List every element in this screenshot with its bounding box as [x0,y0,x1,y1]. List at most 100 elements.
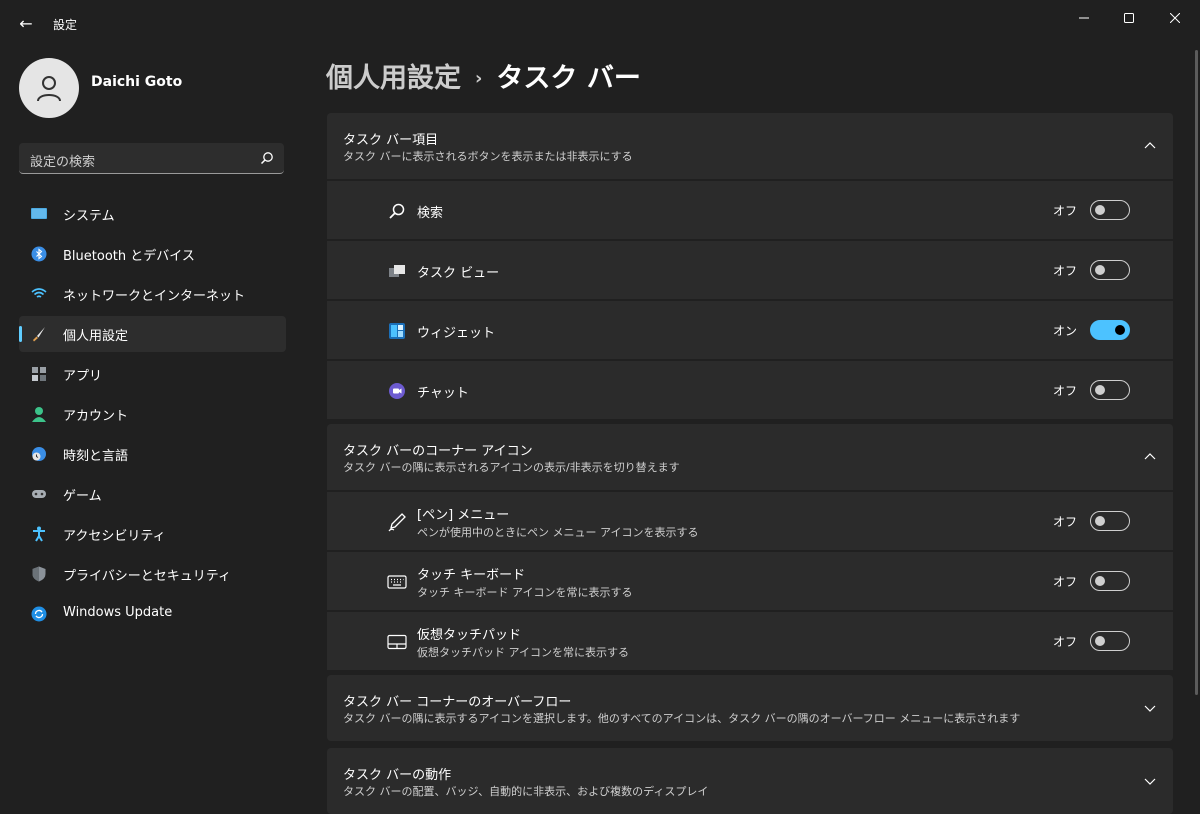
setting-description: タッチ キーボード アイコンを常に表示する [417,586,633,599]
setting-label: [ペン] メニュー [417,508,510,523]
avatar[interactable] [19,58,79,118]
search-toggle[interactable] [1090,200,1130,220]
section-header[interactable]: タスク バー コーナーのオーバーフロー タスク バーの隅に表示するアイコンを選択… [327,675,1173,741]
setting-row-virtual-touchpad: 仮想タッチパッド 仮想タッチパッド アイコンを常に表示する オフ [327,610,1173,670]
sidebar-item-time-language[interactable]: 時刻と言語 [19,436,286,472]
accessibility-icon [33,526,45,542]
system-icon [31,208,47,219]
toggle-state-text: オフ [1052,384,1077,398]
toggle-knob [1095,265,1105,275]
search-placeholder: 設定の検索 [30,155,96,170]
touchpad-icon [387,634,407,650]
breadcrumb-parent-link[interactable]: 個人用設定 [326,63,461,94]
keyboard-icon [387,575,407,589]
widgets-toggle[interactable] [1090,320,1130,340]
minimize-icon [1079,17,1089,19]
toggle-knob [1095,636,1105,646]
toggle-state-text: オン [1052,324,1077,338]
toggle-knob [1095,385,1105,395]
account-icon [32,407,46,422]
taskbar-behaviors-section[interactable]: タスク バーの動作 タスク バーの配置、バッジ、自動的に非表示、および複数のディ… [327,748,1173,814]
toggle-knob [1095,205,1105,215]
sidebar-item-privacy[interactable]: プライバシーとセキュリティ [19,556,286,592]
sidebar-item-system[interactable]: システム [19,196,286,232]
chat-toggle[interactable] [1090,380,1130,400]
settings-window: ← 設定 Daichi Goto 設定の検索 システム Bluetooth とデ… [0,0,1200,814]
sidebar-item-windows-update[interactable]: Windows Update [19,596,286,632]
sidebar-item-label: システム [63,209,115,224]
toggle-knob [1095,576,1105,586]
sidebar-item-label: 個人用設定 [63,329,129,344]
toggle-state-text: オフ [1052,575,1077,589]
section-header[interactable]: タスク バー項目 タスク バーに表示されるボタンを表示または非表示にする [327,113,1173,179]
sidebar-item-accounts[interactable]: アカウント [19,396,286,432]
sidebar-item-gaming[interactable]: ゲーム [19,476,286,512]
setting-row-widgets: ウィジェット オン [327,299,1173,359]
chevron-down-icon [1144,778,1156,785]
sidebar-item-label: プライバシーとセキュリティ [63,569,231,584]
task-view-toggle[interactable] [1090,260,1130,280]
setting-row-task-view: タスク ビュー オフ [327,239,1173,299]
setting-label: タッチ キーボード [417,568,526,583]
virtual-touchpad-toggle[interactable] [1090,631,1130,651]
search-icon [389,203,405,219]
sidebar-item-apps[interactable]: アプリ [19,356,286,392]
bluetooth-icon [31,246,47,262]
breadcrumb-separator: › [475,68,483,89]
section-subtitle: タスク バーの隅に表示されるアイコンの表示/非表示を切り替えます [343,461,680,474]
setting-label: 仮想タッチパッド [417,628,522,643]
minimize-button[interactable] [1064,8,1104,28]
pen-icon [388,513,406,532]
setting-row-chat: チャット オフ [327,359,1173,419]
maximize-button[interactable] [1109,8,1149,28]
pen-menu-toggle[interactable] [1090,511,1130,531]
task-view-icon [389,265,405,277]
sidebar-item-label: ネットワークとインターネット [63,289,246,304]
close-button[interactable] [1155,8,1195,28]
touch-keyboard-toggle[interactable] [1090,571,1130,591]
setting-description: ペンが使用中のときにペン メニュー アイコンを表示する [417,526,699,539]
privacy-shield-icon [32,566,46,582]
setting-row-pen-menu: [ペン] メニュー ペンが使用中のときにペン メニュー アイコンを表示する オフ [327,490,1173,550]
toggle-state-text: オフ [1052,264,1077,278]
person-icon [37,76,61,102]
sidebar-item-label: アプリ [63,369,103,384]
sidebar-item-label: Bluetooth とデバイス [63,249,195,264]
toggle-state-text: オフ [1052,204,1077,218]
sidebar-item-label: アカウント [63,409,129,424]
scrollbar[interactable] [1195,50,1198,695]
chevron-up-icon [1144,142,1156,149]
section-header[interactable]: タスク バーのコーナー アイコン タスク バーの隅に表示されるアイコンの表示/非… [327,424,1173,490]
back-button[interactable]: ← [14,12,38,36]
sidebar-item-label: 時刻と言語 [63,449,129,464]
taskbar-corner-icons-section: タスク バーのコーナー アイコン タスク バーの隅に表示されるアイコンの表示/非… [327,424,1173,670]
time-language-icon [32,447,46,461]
taskbar-items-section: タスク バー項目 タスク バーに表示されるボタンを表示または非表示にする 検索 … [327,113,1173,419]
personalization-icon [33,327,45,342]
sidebar-item-accessibility[interactable]: アクセシビリティ [19,516,286,552]
section-title: タスク バーのコーナー アイコン [343,444,533,459]
setting-row-touch-keyboard: タッチ キーボード タッチ キーボード アイコンを常に表示する オフ [327,550,1173,610]
sidebar-item-label: ゲーム [63,489,102,504]
setting-label: ウィジェット [417,326,496,341]
settings-search-input[interactable]: 設定の検索 [19,143,284,174]
sidebar-item-personalization[interactable]: 個人用設定 [19,316,286,352]
toggle-state-text: オフ [1052,635,1077,649]
toggle-knob [1115,325,1125,335]
section-header[interactable]: タスク バーの動作 タスク バーの配置、バッジ、自動的に非表示、および複数のディ… [327,748,1173,814]
search-icon [260,152,273,165]
taskbar-corner-overflow-section[interactable]: タスク バー コーナーのオーバーフロー タスク バーの隅に表示するアイコンを選択… [327,675,1173,741]
chevron-up-icon [1144,453,1156,460]
page-title: タスク バー [496,63,641,94]
sidebar-nav: システム Bluetooth とデバイス ネットワークとインターネット 個人用設… [19,196,286,636]
window-title: 設定 [53,18,78,32]
breadcrumb: 個人用設定 › タスク バー [326,56,641,95]
setting-description: 仮想タッチパッド アイコンを常に表示する [417,646,629,659]
chat-icon [389,383,405,399]
toggle-state-text: オフ [1052,515,1077,529]
title-bar: ← 設定 [0,0,1200,48]
sidebar-item-bluetooth[interactable]: Bluetooth とデバイス [19,236,286,272]
toggle-knob [1095,516,1105,526]
widgets-icon [389,323,405,339]
sidebar-item-network[interactable]: ネットワークとインターネット [19,276,286,312]
